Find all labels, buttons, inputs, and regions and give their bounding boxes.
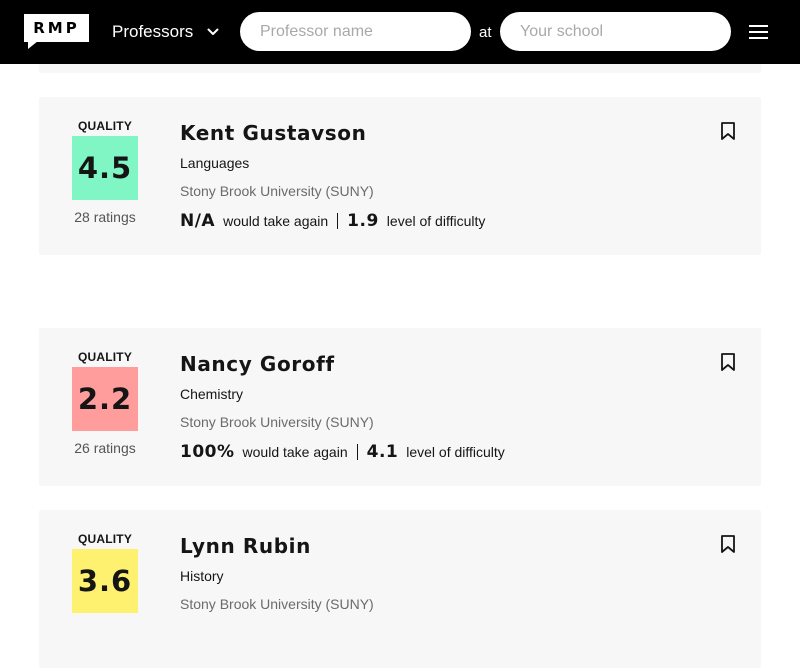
professor-card[interactable]: QUALITY 2.2 26 ratings Nancy Goroff Chem…	[39, 328, 761, 486]
bookmark-icon[interactable]	[721, 122, 735, 140]
professor-name[interactable]: Nancy Goroff	[180, 352, 505, 376]
would-take-again-label: would take again	[242, 444, 348, 460]
bookmark-icon[interactable]	[721, 353, 735, 371]
quality-rating: 2.2	[72, 367, 138, 431]
quality-rating: 3.6	[72, 549, 138, 613]
professor-card[interactable]: QUALITY 3.6 Lynn Rubin History Stony Bro…	[39, 510, 761, 668]
difficulty-value: 1.9	[347, 211, 379, 231]
professor-school: Stony Brook University (SUNY)	[180, 596, 374, 612]
rmp-logo[interactable]: RMP	[24, 14, 89, 49]
logo-tail	[28, 41, 38, 49]
professor-department: Chemistry	[180, 386, 244, 402]
quality-label: QUALITY	[77, 350, 133, 364]
would-take-again-value: N/A	[180, 211, 216, 231]
ratings-count: 28 ratings	[74, 209, 136, 225]
at-label: at	[479, 24, 492, 41]
quality-label: QUALITY	[77, 532, 133, 546]
difficulty-label: level of difficulty	[386, 213, 486, 229]
ratings-count: 26 ratings	[74, 440, 136, 456]
professor-department: Languages	[180, 155, 250, 171]
professor-school: Stony Brook University (SUNY)	[180, 183, 374, 199]
logo-text: RMP	[33, 19, 80, 37]
professor-stats: 100% would take again 4.1 level of diffi…	[180, 442, 505, 462]
professor-name[interactable]: Kent Gustavson	[180, 121, 485, 145]
professor-card[interactable]: QUALITY 4.5 28 ratings Kent Gustavson La…	[39, 97, 761, 255]
top-nav-bar: RMP Professors at	[0, 0, 800, 64]
professor-stats: N/A would take again 1.9 level of diffic…	[180, 211, 485, 231]
professor-name[interactable]: Lynn Rubin	[180, 534, 374, 558]
hamburger-menu-icon[interactable]	[749, 25, 768, 39]
would-take-again-value: 100%	[180, 442, 235, 462]
chevron-down-icon	[207, 28, 219, 35]
stats-divider	[337, 213, 339, 229]
professor-info: Kent Gustavson Languages Stony Brook Uni…	[180, 121, 485, 231]
quality-rating: 4.5	[72, 136, 138, 200]
professors-dropdown-label: Professors	[112, 22, 194, 41]
professor-info: Nancy Goroff Chemistry Stony Brook Unive…	[180, 352, 505, 462]
professor-info: Lynn Rubin History Stony Brook Universit…	[180, 534, 374, 612]
school-search-input[interactable]	[500, 12, 731, 51]
professors-dropdown[interactable]: Professors	[112, 22, 219, 42]
professor-department: History	[180, 568, 224, 584]
difficulty-value: 4.1	[366, 442, 399, 462]
professor-name-search-input[interactable]	[240, 12, 471, 51]
difficulty-label: level of difficulty	[406, 444, 505, 460]
would-take-again-label: would take again	[223, 213, 329, 229]
professor-school: Stony Brook University (SUNY)	[180, 414, 374, 430]
bookmark-icon[interactable]	[721, 535, 735, 553]
quality-label: QUALITY	[77, 119, 133, 133]
stats-divider	[356, 444, 358, 460]
